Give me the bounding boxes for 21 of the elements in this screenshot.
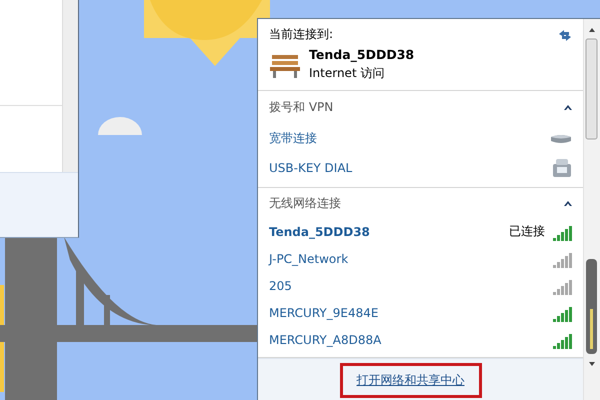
telephone-icon [551,158,573,178]
section-label: 当前连接到: [269,26,334,43]
collapse-icon[interactable] [563,199,573,207]
connection-status: 已连接 [509,223,545,240]
connection-name[interactable]: Tenda_5DDD38 [269,224,370,238]
section-title: 无线网络连接 [269,194,341,212]
scrollbar[interactable] [583,19,600,400]
collapse-icon[interactable] [563,103,573,111]
connection-name[interactable]: USB-KEY DIAL [269,161,352,175]
access-status: Internet 访问 [309,65,386,82]
section-title: 拨号和 VPN [269,98,334,116]
connection-name[interactable]: J-PC_Network [269,252,348,266]
network-name: Tenda_5DDD38 [309,47,414,62]
scrollbar[interactable] [62,0,78,172]
cloud-drawing [98,117,142,135]
connection-name[interactable]: MERCURY_9E484E [269,306,378,320]
network-center-link[interactable]: 打开网络和共享中心 [342,366,478,394]
connection-name[interactable]: MERCURY_A8D88A [269,332,382,346]
connection-name[interactable]: 宽带连接 [269,130,317,146]
connection-name[interactable]: 205 [269,278,292,292]
refresh-icon[interactable] [557,28,573,42]
